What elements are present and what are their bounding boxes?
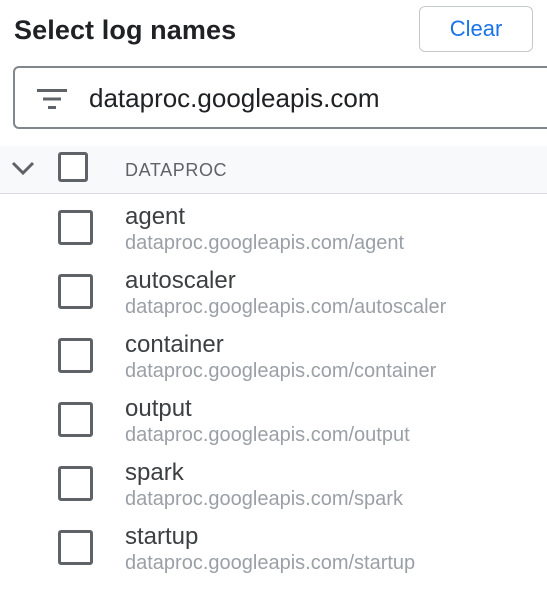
item-checkbox[interactable] [58,210,93,245]
item-path: dataproc.googleapis.com/spark [125,488,403,510]
item-path: dataproc.googleapis.com/startup [125,552,416,574]
item-path: dataproc.googleapis.com/container [125,360,437,382]
item-checkbox[interactable] [58,338,93,373]
item-name: startup [125,523,199,550]
item-path: dataproc.googleapis.com/autoscaler [125,296,447,318]
item-name: output [125,395,192,422]
item-name: spark [125,459,184,486]
item-path: dataproc.googleapis.com/agent [125,232,405,254]
chevron-down-icon[interactable] [10,158,36,178]
item-checkbox[interactable] [58,402,93,437]
item-name: container [125,331,224,358]
log-names-panel: Select log names Clear DATAPROC agent da… [0,0,547,590]
list-item[interactable]: container dataproc.googleapis.com/contai… [0,328,547,392]
item-name: autoscaler [125,267,236,294]
filter-icon [37,89,67,109]
clear-button[interactable]: Clear [419,6,533,52]
item-checkbox[interactable] [58,274,93,309]
filter-input[interactable] [89,76,547,120]
item-checkbox[interactable] [58,530,93,565]
list-item[interactable]: output dataproc.googleapis.com/output [0,392,547,456]
list-item[interactable]: autoscaler dataproc.googleapis.com/autos… [0,264,547,328]
item-name: agent [125,203,186,230]
group-label: DATAPROC [125,160,228,180]
list-item[interactable]: spark dataproc.googleapis.com/spark [0,456,547,520]
list-item[interactable]: startup dataproc.googleapis.com/startup [0,520,547,584]
group-header-dataproc: DATAPROC [0,146,547,194]
item-path: dataproc.googleapis.com/output [125,424,410,446]
filter-field[interactable] [13,66,547,129]
item-checkbox[interactable] [58,466,93,501]
group-checkbox[interactable] [58,152,88,182]
panel-title: Select log names [14,15,237,45]
list-item[interactable]: agent dataproc.googleapis.com/agent [0,200,547,264]
